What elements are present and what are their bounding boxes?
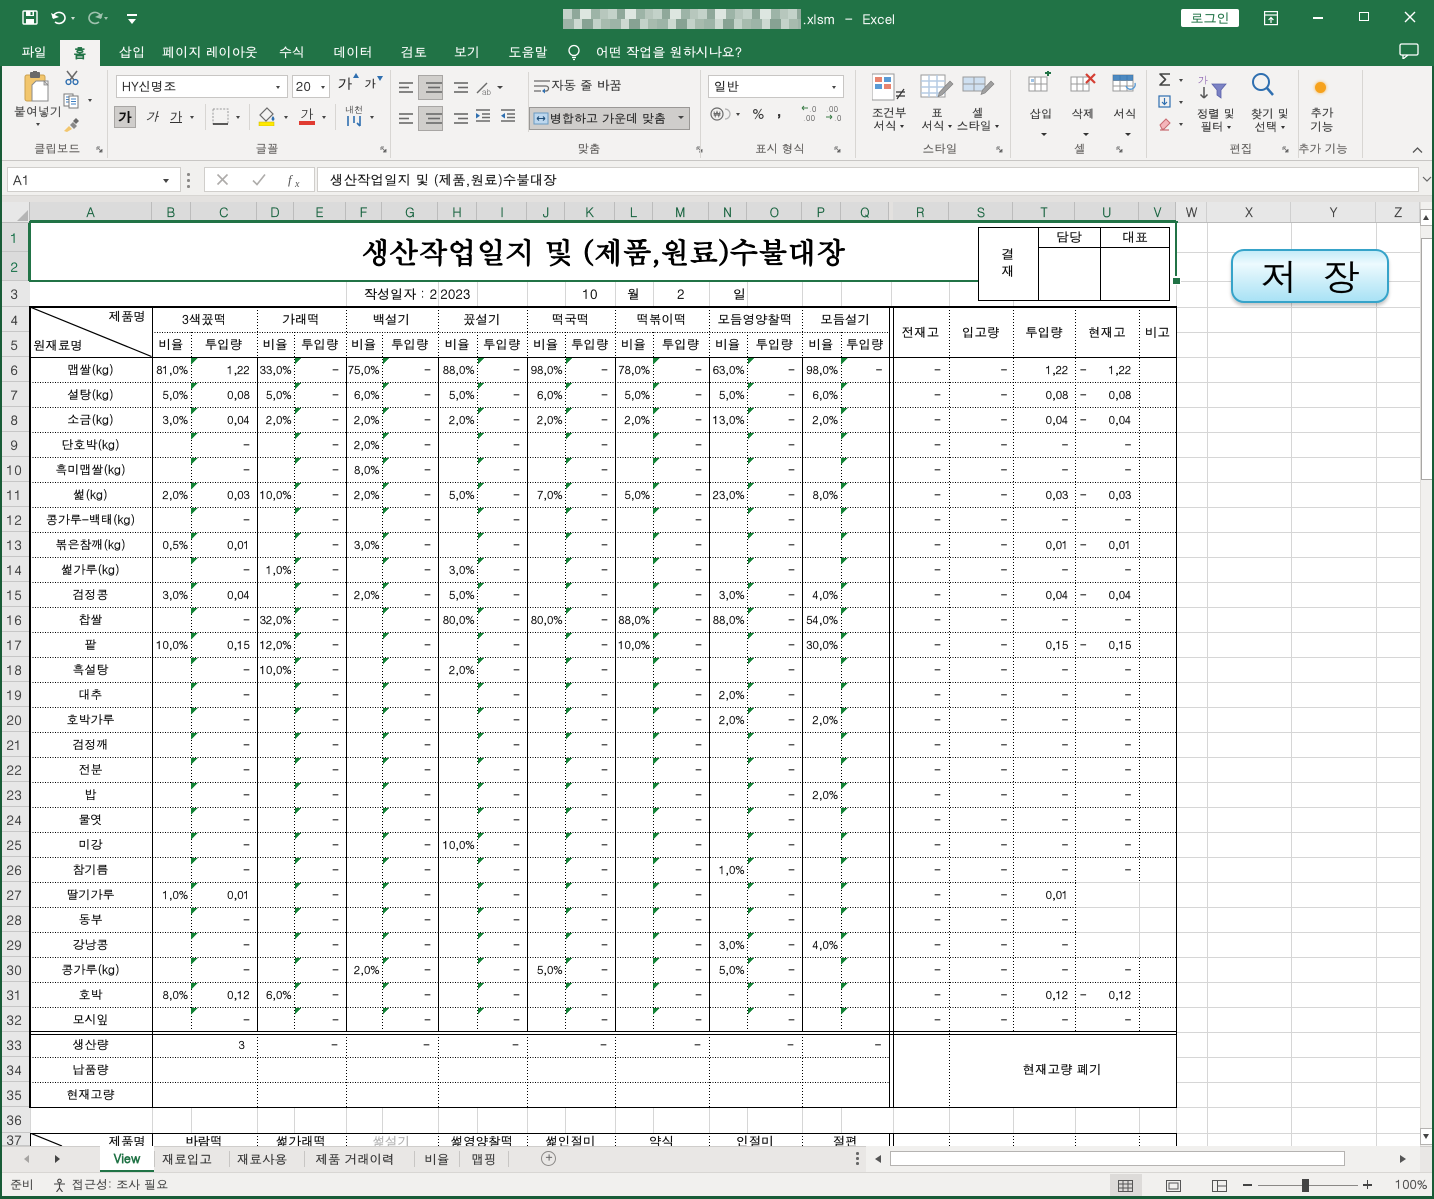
svg-text:.0: .0 — [834, 113, 842, 123]
svg-text:내천: 내천 — [345, 104, 363, 116]
svg-text:f: f — [288, 172, 294, 187]
svg-text:.00: .00 — [803, 113, 815, 123]
svg-text:가: 가 — [1198, 74, 1208, 87]
svg-text:가: 가 — [301, 106, 314, 123]
svg-text:ab: ab — [482, 87, 491, 96]
svg-text:x: x — [294, 179, 300, 188]
